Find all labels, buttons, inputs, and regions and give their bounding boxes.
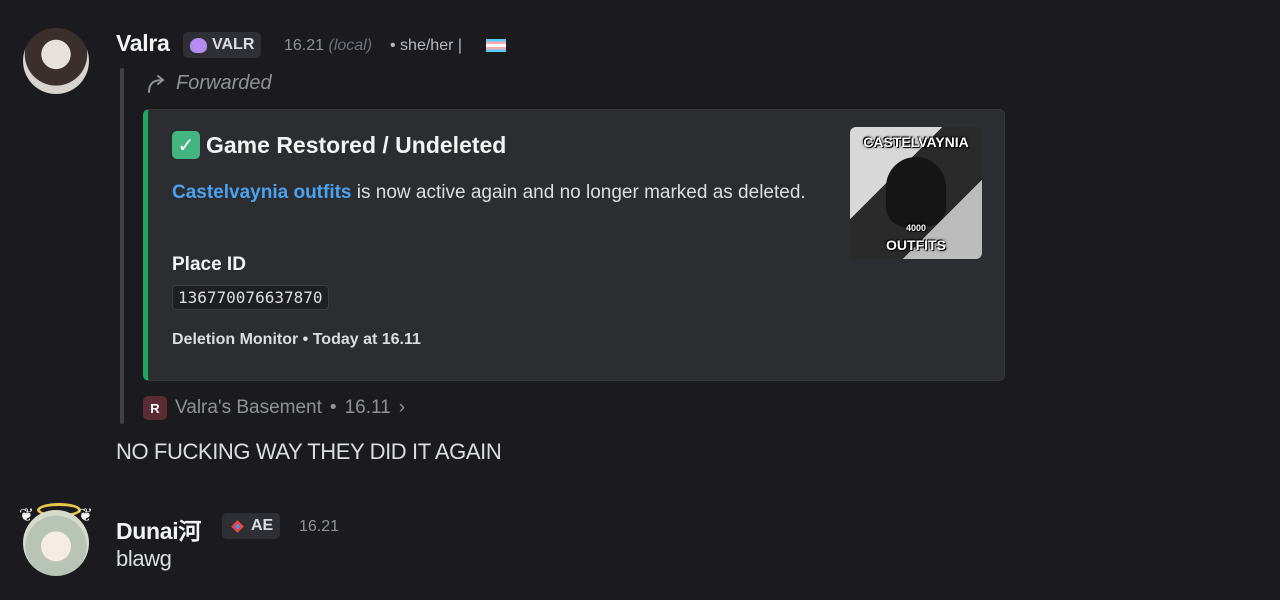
purple-heart-icon	[190, 37, 207, 53]
server-tag[interactable]: VALR	[183, 32, 262, 58]
message-text: blawg	[116, 546, 172, 571]
embed-description: Castelvaynia outfits is now active again…	[172, 182, 806, 203]
author-name[interactable]: Dunai河	[116, 512, 201, 546]
avatar-valra[interactable]	[23, 28, 89, 94]
forwarded-label: Forwarded	[146, 72, 272, 95]
pronouns-text: • she/her |	[390, 37, 463, 54]
server-tag-label: VALR	[212, 36, 255, 53]
timestamp[interactable]: 16.21 (local)	[284, 37, 372, 55]
server-name: Valra's Basement	[175, 397, 322, 418]
embed-thumbnail[interactable]: CASTELVAYNIA 4000 OUTFITS	[850, 127, 982, 259]
source-separator: •	[329, 397, 337, 418]
field-name: Place ID	[172, 254, 246, 275]
forward-bar	[120, 68, 124, 424]
trans-flag-icon	[486, 39, 506, 52]
game-link[interactable]: Castelvaynia outfits	[172, 182, 352, 203]
avatar-dunai[interactable]	[23, 510, 89, 576]
forward-source[interactable]: R Valra's Basement • 16.11 ›	[143, 396, 405, 420]
thumbnail-subtitle: OUTFITS	[886, 237, 946, 253]
server-icon: R	[143, 396, 167, 420]
server-tag[interactable]: AE	[222, 513, 281, 539]
thumbnail-title: CASTELVAYNIA	[863, 134, 969, 150]
message-text: NO FUCKING WAY THEY DID IT AGAIN	[116, 439, 502, 464]
check-mark-icon: ✓	[172, 131, 200, 159]
source-time: 16.11	[344, 397, 391, 418]
embed-card: ✓ Game Restored / Undeleted Castelvaynia…	[143, 109, 1005, 381]
embed-footer: Deletion Monitor • Today at 16.11	[172, 331, 421, 348]
author-name[interactable]: Valra	[116, 30, 170, 57]
server-tag-label: AE	[251, 517, 274, 534]
diamond-logo-icon	[231, 519, 244, 533]
place-id-code: 136770076637870	[172, 285, 329, 310]
embed-title: ✓ Game Restored / Undeleted	[172, 131, 506, 159]
timestamp[interactable]: 16.21	[299, 518, 339, 536]
chevron-right-icon: ›	[398, 397, 406, 418]
thumbnail-count: 4000	[905, 223, 927, 233]
forward-arrow-icon	[148, 74, 165, 93]
thumbnail-character	[886, 157, 946, 227]
